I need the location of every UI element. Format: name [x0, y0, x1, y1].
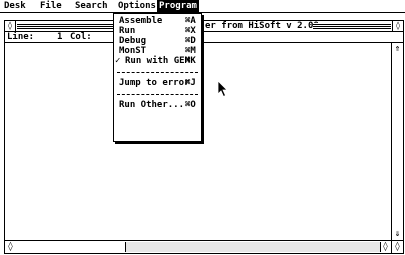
menu-item-assemble[interactable]: Assemble ⌘A — [114, 16, 201, 26]
menu-item-run-other[interactable]: Run Other... ⌘O — [114, 100, 201, 110]
window-title-bar[interactable]: ◊ er from HiSoft v 2.08 ◊ — [5, 21, 403, 32]
shortcut-label: ⌘M — [185, 46, 196, 56]
menu-item-monst[interactable]: MonST ⌘M — [114, 46, 201, 56]
menu-item-run[interactable]: Run ⌘X — [114, 26, 201, 36]
scroll-left-arrow-icon[interactable]: ◊ — [5, 241, 16, 253]
shortcut-label: ⌘K — [185, 56, 196, 66]
horizontal-scrollbar[interactable]: ◊ ◊ ◊ — [5, 240, 403, 253]
menu-options[interactable]: Options — [116, 0, 158, 12]
checkmark-icon: ✓ — [115, 56, 121, 66]
menu-program[interactable]: Program — [157, 0, 199, 12]
menu-item-debug[interactable]: Debug ⌘D — [114, 36, 201, 46]
window-title: er from HiSoft v 2.08 — [202, 21, 322, 31]
vertical-scrollbar[interactable]: ⇑ ⇓ — [391, 43, 403, 240]
menu-separator — [117, 72, 198, 73]
scroll-right-arrow-icon[interactable]: ◊ — [380, 241, 391, 253]
shortcut-label: ⌘X — [185, 26, 196, 36]
full-box-icon[interactable]: ◊ — [392, 21, 403, 31]
menu-item-run-with-gem[interactable]: ✓ Run with GEM ⌘K — [114, 56, 201, 66]
shortcut-label: ⌘D — [185, 36, 196, 46]
menu-file[interactable]: File — [38, 0, 64, 12]
size-box-icon[interactable]: ◊ — [391, 241, 403, 253]
mouse-pointer-icon — [217, 80, 228, 98]
scroll-up-arrow-icon[interactable]: ⇑ — [392, 43, 403, 55]
line-label: Line: — [7, 32, 35, 42]
menu-search[interactable]: Search — [73, 0, 110, 12]
line-value: 1 — [57, 32, 63, 42]
scroll-down-arrow-icon[interactable]: ⇓ — [392, 228, 403, 240]
horizontal-scroll-track[interactable] — [125, 242, 381, 252]
title-bar-stripes-right — [313, 23, 391, 29]
menu-separator — [117, 94, 198, 95]
editor-window: ◊ er from HiSoft v 2.08 ◊ Line: 1 Col: ⇑… — [4, 20, 404, 254]
menu-item-jump-to-error[interactable]: Jump to error ⌘J — [114, 78, 201, 88]
vertical-scroll-track[interactable] — [392, 57, 403, 223]
shortcut-label: ⌘O — [185, 100, 196, 110]
menu-desk[interactable]: Desk — [2, 0, 28, 12]
shortcut-label: ⌘J — [185, 78, 196, 88]
shortcut-label: ⌘A — [185, 16, 196, 26]
col-label: Col: — [70, 32, 92, 42]
program-menu-dropdown: Assemble ⌘A Run ⌘X Debug ⌘D MonST ⌘M ✓ R… — [113, 13, 202, 142]
menu-bar: Desk File Search Options Program — [0, 0, 405, 13]
close-box-icon[interactable]: ◊ — [5, 21, 16, 31]
info-line: Line: 1 Col: — [5, 32, 403, 43]
